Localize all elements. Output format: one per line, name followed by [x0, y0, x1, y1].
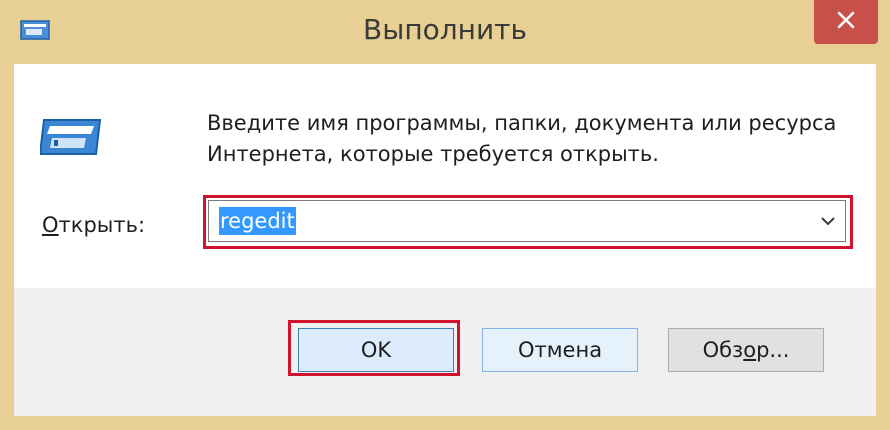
title-bar[interactable]: Выполнить [0, 0, 890, 64]
browse-label-start: Обз [702, 338, 744, 362]
instruction-line-2: Интернета, которые требуется открыть. [207, 142, 659, 166]
run-program-icon [38, 114, 104, 160]
open-label-text: ткрыть: [58, 213, 146, 237]
browse-label-end: р... [756, 338, 790, 362]
open-label-mnemonic: О [42, 213, 59, 237]
ok-highlight-frame [288, 320, 460, 376]
browse-button[interactable]: Обз о р... [668, 328, 824, 372]
open-label: Открыть: [42, 212, 145, 238]
window-title: Выполнить [363, 13, 527, 46]
instruction-line-1: Введите имя программы, папки, документа … [207, 111, 837, 135]
run-dialog: Выполнить Введите имя программы, папки, … [0, 0, 890, 430]
instruction-text: Введите имя программы, папки, документа … [207, 108, 867, 170]
browse-label-mnemonic: о [743, 338, 757, 362]
close-icon [837, 11, 855, 33]
dialog-content: Введите имя программы, папки, документа … [14, 64, 876, 288]
input-highlight-frame [203, 195, 853, 249]
button-bar: OK Отмена Обз о р... [14, 288, 876, 416]
cancel-button[interactable]: Отмена [482, 328, 638, 372]
close-button[interactable] [814, 0, 878, 44]
